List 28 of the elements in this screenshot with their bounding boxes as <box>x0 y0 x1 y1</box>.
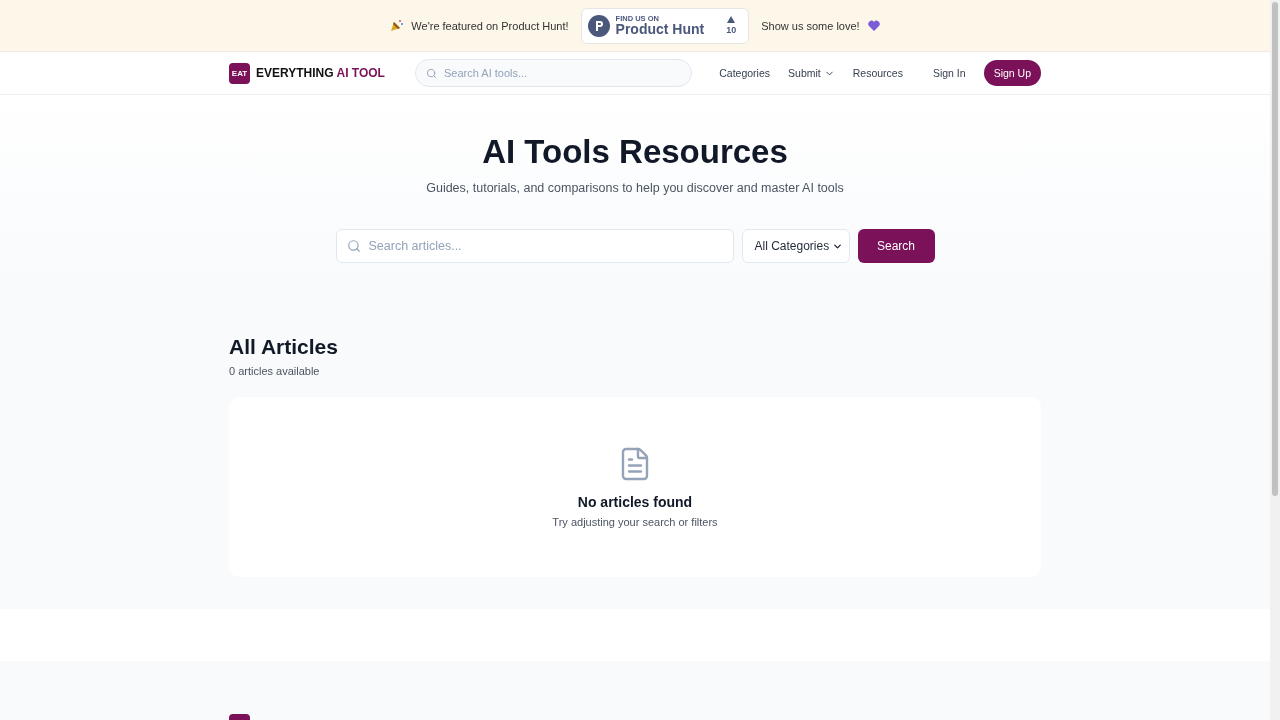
sign-in-link[interactable]: Sign In <box>932 67 966 79</box>
footer-logo-mark <box>229 714 250 720</box>
featured-text: We're featured on Product Hunt! <box>411 19 569 32</box>
article-search-field[interactable]: Search articles... <box>335 229 734 263</box>
page-title: AI Tools Resources <box>482 133 788 171</box>
nav-link[interactable]: Submit <box>788 67 835 79</box>
scrollbar[interactable] <box>1270 0 1280 720</box>
category-select[interactable]: All Categories <box>741 229 850 263</box>
logo-mark[interactable]: EAT <box>229 62 250 84</box>
logo-text[interactable]: EVERYTHING AI TOOL <box>256 66 385 80</box>
upvote-icon <box>727 16 736 23</box>
scrollbar-thumb[interactable] <box>1272 2 1278 496</box>
section-title: All Articles <box>229 335 339 359</box>
love-text: Show us some love! <box>761 19 860 32</box>
sign-up-button[interactable]: Sign Up <box>983 60 1041 86</box>
page-subtitle: Guides, tutorials, and comparisons to help you discover and master AI tools <box>426 181 844 195</box>
empty-hint: Try adjusting your search or filters <box>552 516 718 528</box>
product-hunt-logo-icon <box>587 14 610 37</box>
badge-title: Product Hunt <box>615 22 705 37</box>
search-field[interactable]: Search AI tools... <box>415 59 692 87</box>
search-button[interactable]: Search <box>857 229 935 263</box>
nav-link[interactable]: Categories <box>719 67 771 79</box>
heart-icon <box>867 20 880 31</box>
article-count: 0 articles available <box>229 365 321 377</box>
vote-count: 10 <box>726 25 737 35</box>
party-popper-icon <box>390 19 404 32</box>
empty-title: No articles found <box>577 494 693 510</box>
nav-link[interactable]: Resources <box>852 67 903 79</box>
